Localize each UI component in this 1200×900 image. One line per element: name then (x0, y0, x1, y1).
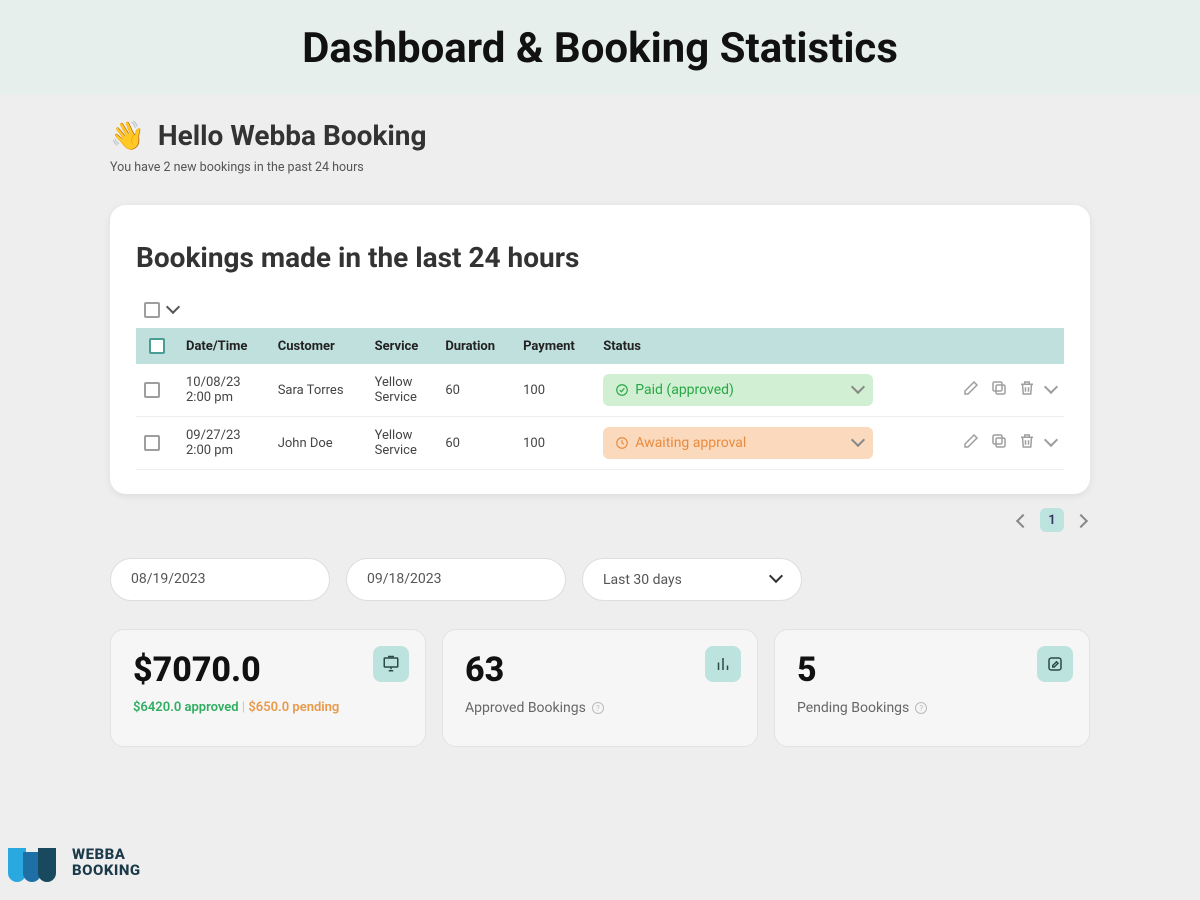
col-customer: Customer (270, 328, 367, 364)
row-checkbox[interactable] (144, 382, 160, 398)
range-select[interactable]: Last 30 days (582, 558, 802, 601)
cell-customer: John Doe (270, 417, 367, 470)
chevron-down-icon (771, 571, 781, 588)
pagination: 1 (114, 508, 1086, 532)
date-filters: 08/19/2023 09/18/2023 Last 30 days (110, 558, 1090, 601)
status-label: Paid (approved) (635, 382, 734, 398)
col-service: Service (367, 328, 438, 364)
expand-row-icon[interactable] (1046, 435, 1056, 452)
greeting-block: 👋 Hello Webba Booking You have 2 new boo… (110, 119, 1090, 175)
date-from-input[interactable]: 08/19/2023 (110, 558, 330, 601)
expand-row-icon[interactable] (1046, 382, 1056, 399)
approved-value: 63 (465, 650, 735, 690)
brand-logo: WEBBA BOOKING (8, 844, 141, 882)
page-title: Dashboard & Booking Statistics (0, 24, 1200, 73)
stats-row: $7070.0 $6420.0 approved | $650.0 pendin… (110, 629, 1090, 747)
pending-stat: 5 Pending Bookings ? (774, 629, 1090, 747)
bulk-actions (144, 302, 1056, 318)
chevron-down-icon (853, 382, 863, 399)
chevron-down-icon (853, 435, 863, 452)
pending-label: Pending Bookings ? (797, 700, 1067, 716)
cell-service: YellowService (367, 417, 438, 470)
logo-text: WEBBA BOOKING (72, 847, 141, 879)
next-page-button[interactable] (1076, 511, 1086, 530)
col-duration: Duration (437, 328, 515, 364)
copy-icon[interactable] (990, 432, 1008, 454)
edit-note-icon (1037, 646, 1073, 682)
bulk-select-checkbox[interactable] (144, 302, 160, 318)
prev-page-button[interactable] (1018, 511, 1028, 530)
col-payment: Payment (515, 328, 595, 364)
greeting-title: 👋 Hello Webba Booking (110, 119, 1090, 152)
status-select[interactable]: Awaiting approval (603, 427, 873, 459)
approved-stat: 63 Approved Bookings ? (442, 629, 758, 747)
logo-mark-icon (8, 844, 64, 882)
revenue-value: $7070.0 (133, 650, 403, 690)
revenue-stat: $7070.0 $6420.0 approved | $650.0 pendin… (110, 629, 426, 747)
bookings-card-title: Bookings made in the last 24 hours (136, 241, 1064, 274)
approved-label: Approved Bookings ? (465, 700, 735, 716)
range-select-label: Last 30 days (603, 572, 682, 588)
cell-datetime: 09/27/232:00 pm (178, 417, 270, 470)
hero-banner: Dashboard & Booking Statistics (0, 0, 1200, 95)
status-select[interactable]: Paid (approved) (603, 374, 873, 406)
col-datetime: Date/Time (178, 328, 270, 364)
cell-payment: 100 (515, 364, 595, 417)
trash-icon[interactable] (1018, 432, 1036, 454)
help-icon[interactable]: ? (592, 702, 604, 714)
bar-chart-icon (705, 646, 741, 682)
presentation-icon (373, 646, 409, 682)
col-status: Status (595, 328, 934, 364)
revenue-breakdown: $6420.0 approved | $650.0 pending (133, 700, 403, 715)
greeting-subtitle: You have 2 new bookings in the past 24 h… (110, 160, 1090, 175)
bookings-card: Bookings made in the last 24 hours Date/… (110, 205, 1090, 494)
edit-icon[interactable] (962, 432, 980, 454)
cell-payment: 100 (515, 417, 595, 470)
bookings-table: Date/Time Customer Service Duration Paym… (136, 328, 1064, 470)
select-all-checkbox[interactable] (149, 338, 165, 354)
table-row: 10/08/232:00 pmSara TorresYellowService6… (136, 364, 1064, 417)
chevron-down-icon[interactable] (168, 302, 178, 318)
pending-value: 5 (797, 650, 1067, 690)
help-icon[interactable]: ? (915, 702, 927, 714)
table-row: 09/27/232:00 pmJohn DoeYellowService6010… (136, 417, 1064, 470)
wave-icon: 👋 (110, 119, 145, 152)
cell-customer: Sara Torres (270, 364, 367, 417)
cell-duration: 60 (437, 417, 515, 470)
copy-icon[interactable] (990, 379, 1008, 401)
cell-duration: 60 (437, 364, 515, 417)
cell-service: YellowService (367, 364, 438, 417)
greeting-text: Hello Webba Booking (158, 119, 427, 152)
edit-icon[interactable] (962, 379, 980, 401)
date-to-input[interactable]: 09/18/2023 (346, 558, 566, 601)
page-number[interactable]: 1 (1040, 508, 1064, 532)
cell-datetime: 10/08/232:00 pm (178, 364, 270, 417)
trash-icon[interactable] (1018, 379, 1036, 401)
status-label: Awaiting approval (635, 435, 746, 451)
row-checkbox[interactable] (144, 435, 160, 451)
